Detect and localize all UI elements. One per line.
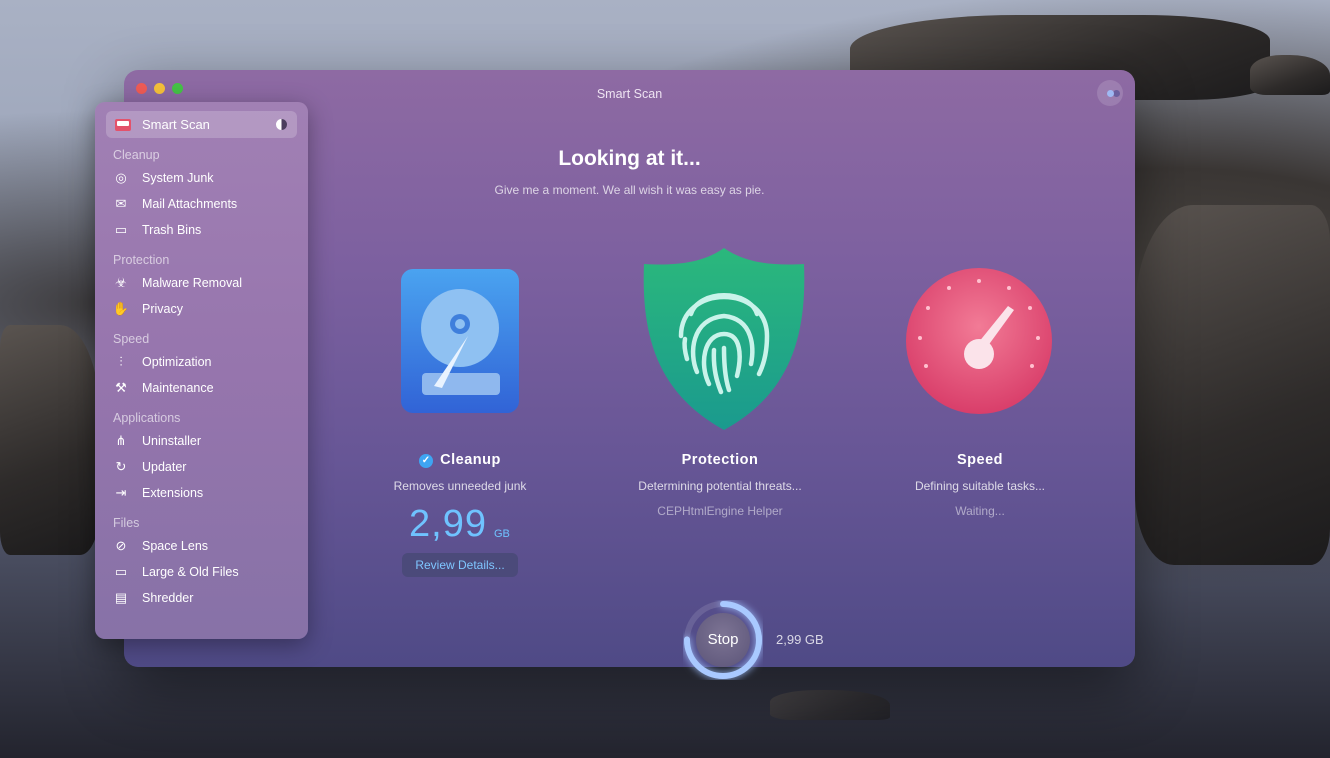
sidebar-item-label: Trash Bins xyxy=(142,223,202,237)
sidebar-item-uninstaller[interactable]: ⋔ Uninstaller xyxy=(113,431,202,451)
sidebar-item-label: Optimization xyxy=(142,355,212,369)
sidebar-item-label: Privacy xyxy=(142,302,183,316)
updater-icon: ↻ xyxy=(115,459,127,474)
sidebar-item-label: Updater xyxy=(142,460,187,474)
hard-drive-icon xyxy=(401,269,519,413)
section-applications: Applications xyxy=(113,411,181,425)
trash-icon: ▭ xyxy=(114,222,128,237)
speed-title: Speed xyxy=(956,452,1003,468)
cleanup-column: ✓ Cleanup Removes unneeded junk xyxy=(340,452,580,493)
sidebar-item-maintenance[interactable]: ⚒ Maintenance xyxy=(113,378,214,398)
sidebar-item-label: Malware Removal xyxy=(142,276,243,290)
section-speed: Speed xyxy=(113,332,150,346)
checkmark-icon: ✓ xyxy=(419,454,434,468)
stop-button[interactable]: Stop xyxy=(696,613,750,667)
section-files: Files xyxy=(113,516,140,530)
cleanup-title: ✓ Cleanup xyxy=(340,452,580,468)
assistant-button[interactable] xyxy=(1097,80,1123,106)
assistant-icon xyxy=(1106,89,1114,97)
review-details-button[interactable]: Review Details... xyxy=(402,553,518,577)
shredder-icon: ▤ xyxy=(114,590,128,605)
protection-description: Determining potential threats... xyxy=(638,479,802,493)
sidebar-item-extensions[interactable]: ⇥ Extensions xyxy=(113,483,204,503)
sidebar-item-privacy[interactable]: ✋ Privacy xyxy=(113,299,183,319)
cleanup-description: Removes unneeded junk xyxy=(393,479,527,493)
sidebar-item-system-junk[interactable]: ◎ System Junk xyxy=(113,168,214,188)
sidebar-item-label: Space Lens xyxy=(142,539,209,553)
space-lens-icon: ⊘ xyxy=(115,538,127,553)
sidebar-item-updater[interactable]: ↻ Updater xyxy=(113,457,187,477)
window-title: Smart Scan xyxy=(596,87,663,101)
progress-pie-icon xyxy=(276,119,287,130)
sidebar-item-trash-bins[interactable]: ▭ Trash Bins xyxy=(113,220,201,240)
sliders-icon: ⫶ xyxy=(119,354,123,369)
biohazard-icon: ☣ xyxy=(115,275,127,290)
fingerprint-shield-icon xyxy=(643,248,805,430)
scan-total-size: 2,99 GB xyxy=(776,632,824,647)
sidebar-item-malware-removal[interactable]: ☣ Malware Removal xyxy=(113,273,242,293)
cleanup-title-label: Cleanup xyxy=(440,452,501,468)
speed-column: Speed Defining suitable tasks... Waiting… xyxy=(860,452,1100,518)
speed-status: Waiting... xyxy=(955,504,1005,518)
section-protection: Protection xyxy=(113,253,170,267)
cleanup-size-unit: GB xyxy=(494,528,510,540)
sidebar-item-label: Maintenance xyxy=(142,381,214,395)
section-cleanup: Cleanup xyxy=(113,148,160,162)
sidebar-item-label: Large & Old Files xyxy=(142,565,239,579)
protection-title: Protection xyxy=(681,452,759,468)
folder-icon: ▭ xyxy=(114,564,128,579)
sidebar-item-space-lens[interactable]: ⊘ Space Lens xyxy=(113,536,208,556)
sidebar-item-mail-attachments[interactable]: ✉ Mail Attachments xyxy=(113,194,238,214)
speed-description: Defining suitable tasks... xyxy=(914,479,1046,493)
sidebar-item-label: Extensions xyxy=(142,486,204,500)
cleanup-size-value: 2,99 xyxy=(409,503,487,545)
sidebar-item-optimization[interactable]: ⫶ Optimization xyxy=(113,352,211,372)
uninstaller-icon: ⋔ xyxy=(115,433,127,448)
sidebar-item-label: Uninstaller xyxy=(142,434,202,448)
system-junk-icon: ◎ xyxy=(115,170,127,185)
protection-column: Protection Determining potential threats… xyxy=(600,452,840,518)
extensions-icon: ⇥ xyxy=(115,485,127,500)
sidebar-item-label: Shredder xyxy=(142,591,194,605)
sidebar: Smart Scan Cleanup ◎ System Junk ✉ Mail At… xyxy=(95,102,308,639)
protection-status: CEPHtmlEngine Helper xyxy=(657,504,783,518)
sidebar-item-smart-scan[interactable]: Smart Scan xyxy=(106,111,297,138)
monitor-icon xyxy=(115,118,131,131)
stop-control: Stop xyxy=(683,600,763,680)
sidebar-item-label: Smart Scan xyxy=(142,117,210,132)
hand-icon: ✋ xyxy=(112,301,130,316)
sidebar-item-label: Mail Attachments xyxy=(142,197,238,211)
sidebar-item-large-old-files[interactable]: ▭ Large & Old Files xyxy=(113,562,239,582)
sidebar-item-shredder[interactable]: ▤ Shredder xyxy=(113,588,194,608)
sidebar-item-label: System Junk xyxy=(142,171,214,185)
speedometer-icon xyxy=(906,268,1052,414)
envelope-icon: ✉ xyxy=(115,196,127,211)
wrench-icon: ⚒ xyxy=(115,380,127,395)
